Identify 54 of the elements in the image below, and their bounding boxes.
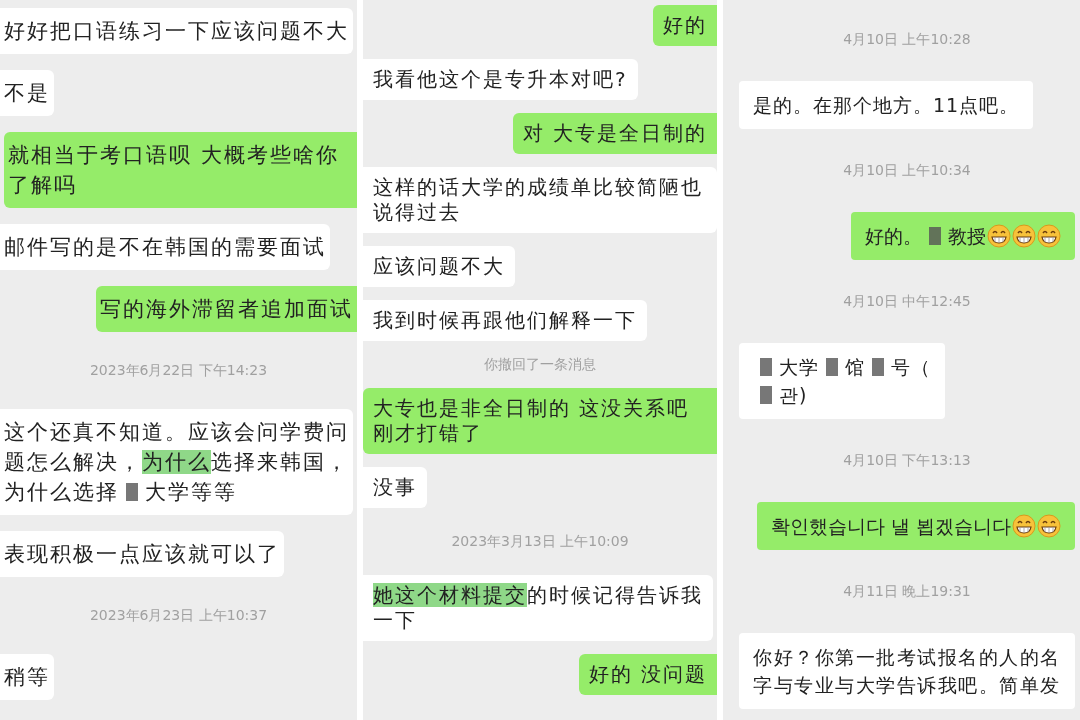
message-text: 馆 xyxy=(845,356,865,378)
received-message: 是的。在那个地方。11点吧。 xyxy=(739,81,1034,129)
received-message: 邮件写的是不在韩国的需要面试 xyxy=(0,224,330,270)
message-text: 好的。 xyxy=(865,225,922,247)
grin-emoji-icon xyxy=(1012,514,1036,538)
sent-message: 就相当于考口语呗 大概考些啥你了解吗 xyxy=(4,132,357,208)
timestamp: 4月10日 中午12:45 xyxy=(843,293,971,310)
received-message: 没事 xyxy=(363,467,427,508)
message-text: 教授 xyxy=(948,225,986,247)
timestamp: 4月11日 晚上19:31 xyxy=(843,583,971,600)
redaction-block xyxy=(826,358,838,376)
message-text: 大学 xyxy=(779,356,819,378)
received-message: 你好？你第一批考试报名的人的名字与专业与大学告诉我吧。简单发 xyxy=(739,633,1075,709)
received-message: 这样的话大学的成绩单比较简陋也说得过去 xyxy=(363,167,717,233)
highlighted-text: 她这个材料提交 xyxy=(373,583,527,607)
message-text: 题怎么解决， xyxy=(4,450,142,474)
timestamp: 4月10日 上午10:34 xyxy=(843,162,971,179)
message-text: 확인했습니다 낼 뵙겠습니다 xyxy=(770,515,1011,537)
redaction-block xyxy=(929,227,941,245)
received-message: 我到时候再跟他们解释一下 xyxy=(363,300,647,341)
redaction-block xyxy=(760,358,772,376)
grin-emoji-icon xyxy=(1012,224,1036,248)
message-text: 号（ xyxy=(891,356,931,378)
sent-message: 写的海外滞留者追加面试 xyxy=(96,286,357,332)
received-message: 稍等 xyxy=(0,654,54,700)
recall-notice: 你撤回了一条消息 xyxy=(484,356,596,373)
timestamp: 2023年3月13日 上午10:09 xyxy=(451,533,629,550)
received-message: 我看他这个是专升本对吧? xyxy=(363,59,638,100)
received-message: 应该问题不大 xyxy=(363,246,515,287)
received-message: 表现积极一点应该就可以了 xyxy=(0,531,284,577)
message-text: 选择来韩国， xyxy=(211,450,349,474)
highlighted-text: 为什么 xyxy=(142,450,211,474)
grin-emoji-icon xyxy=(1037,514,1061,538)
message-text: 관) xyxy=(779,384,808,406)
grin-emoji-icon xyxy=(987,224,1011,248)
sent-message: 对 大专是全日制的 xyxy=(512,113,717,154)
timestamp: 2023年6月22日 下午14:23 xyxy=(89,362,268,379)
message-text: 一下 xyxy=(373,608,417,632)
received-message: 好好把口语练习一下应该问题不大 xyxy=(0,8,353,54)
timestamp: 2023年6月23日 上午10:37 xyxy=(89,607,268,624)
sent-message: 好的 没问题 xyxy=(578,654,717,695)
redaction-block xyxy=(760,386,772,404)
redaction-block xyxy=(126,483,138,501)
timestamp: 4月10日 下午13:13 xyxy=(843,452,971,469)
timestamp: 4月10日 上午10:28 xyxy=(843,31,971,48)
message-text: 为什么选择 xyxy=(4,480,119,504)
redaction-block xyxy=(872,358,884,376)
message-text: 的时候记得告诉我 xyxy=(527,583,703,607)
sent-message: 好的 xyxy=(653,5,717,46)
sent-message: 大专也是非全日制的 这没关系吧刚才打错了 xyxy=(363,388,717,454)
grin-emoji-icon xyxy=(1037,224,1061,248)
message-text: 这个还真不知道。应该会问学费问 xyxy=(4,420,349,444)
received-message: 不是 xyxy=(0,70,54,116)
message-text: 大学等等 xyxy=(145,480,237,504)
